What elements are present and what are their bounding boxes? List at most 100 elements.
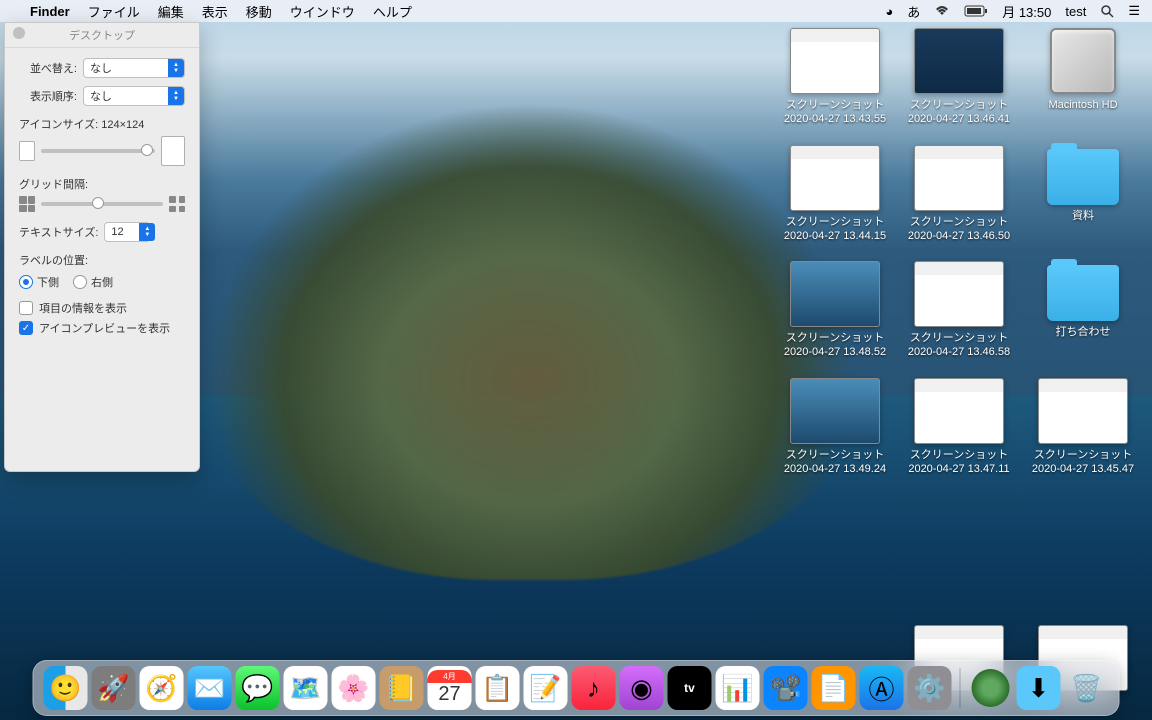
grid-spacing-slider[interactable] (41, 202, 163, 206)
select-arrows-icon: ▲▼ (168, 59, 184, 77)
dock-photos[interactable]: 🌸 (332, 666, 376, 710)
radio-bottom-label: 下側 (37, 274, 59, 290)
order-select[interactable]: なし ▲▼ (83, 86, 185, 106)
radio-right[interactable]: 右側 (73, 274, 113, 290)
battery-icon[interactable] (964, 5, 988, 17)
desktop-item[interactable]: Macintosh HD (1024, 28, 1142, 127)
desktop-item[interactable]: スクリーンショット2020-04-27 13.46.50 (900, 145, 1018, 244)
dock-tv[interactable]: tv (668, 666, 712, 710)
dock-keynote[interactable]: 📽️ (764, 666, 808, 710)
text-size-select[interactable]: 12 ▲▼ (104, 222, 150, 242)
desktop-item-label: 資料 (1072, 209, 1094, 223)
dock-podcasts[interactable]: ◉ (620, 666, 664, 710)
select-arrows-icon: ▲▼ (168, 87, 184, 105)
menu-view[interactable]: 表示 (202, 2, 228, 21)
desktop-item[interactable]: スクリーンショット2020-04-27 13.45.47 (1024, 378, 1142, 477)
dock-messages[interactable]: 💬 (236, 666, 280, 710)
icon-size-slider[interactable] (41, 149, 155, 153)
desktop-item[interactable]: スクリーンショット2020-04-27 13.43.55 (776, 28, 894, 127)
desktop-item[interactable]: スクリーンショット2020-04-27 13.46.41 (900, 28, 1018, 127)
icon-size-label: アイコンサイズ: 124×124 (19, 116, 185, 132)
clock[interactable]: 月 13:50 (1002, 2, 1051, 21)
dock-trash[interactable]: 🗑️ (1065, 666, 1109, 710)
dock-finder[interactable]: 🙂 (44, 666, 88, 710)
text-size-value: 12 (111, 226, 123, 238)
dock-music[interactable]: ♪ (572, 666, 616, 710)
desktop-item-label: スクリーンショット2020-04-27 13.49.24 (784, 448, 886, 477)
calendar-month: 4月 (428, 670, 472, 683)
status-app-icon[interactable]: ◕ (885, 4, 893, 19)
screenshot-thumbnail (790, 261, 880, 327)
radio-button-icon (19, 275, 33, 289)
wallpaper-island (180, 80, 880, 580)
desktop-item-label: スクリーンショット2020-04-27 13.47.11 (908, 448, 1009, 477)
dock-reminders[interactable]: 📋 (476, 666, 520, 710)
dock-maps[interactable]: 🗺️ (284, 666, 328, 710)
desktop-item[interactable]: スクリーンショット2020-04-27 13.46.58 (900, 261, 1018, 360)
icon-size-large-icon (161, 136, 185, 166)
folder-icon (1047, 149, 1119, 205)
dock-mail[interactable]: ✉️ (188, 666, 232, 710)
dock-contacts[interactable]: 📒 (380, 666, 424, 710)
desktop-item-label: 打ち合わせ (1056, 325, 1111, 339)
desktop-icons-grid: スクリーンショット2020-04-27 13.43.55 スクリーンショット202… (776, 28, 1142, 476)
dock-calendar[interactable]: 4月 27 (428, 666, 472, 710)
dock-cisco[interactable] (969, 666, 1013, 710)
screenshot-thumbnail (914, 28, 1004, 94)
checkbox-show-preview[interactable]: ✓ (19, 321, 33, 335)
radio-button-icon (73, 275, 87, 289)
dock-appstore[interactable]: Ⓐ (860, 666, 904, 710)
dock-safari[interactable]: 🧭 (140, 666, 184, 710)
desktop-item[interactable]: スクリーンショット2020-04-27 13.48.52 (776, 261, 894, 360)
desktop-item[interactable]: スクリーンショット2020-04-27 13.49.24 (776, 378, 894, 477)
screenshot-thumbnail (914, 145, 1004, 211)
screenshot-thumbnail (790, 378, 880, 444)
desktop-item-label: スクリーンショット2020-04-27 13.43.55 (784, 98, 886, 127)
dock-notes[interactable]: 📝 (524, 666, 568, 710)
screenshot-thumbnail (790, 145, 880, 211)
hard-drive-icon (1050, 28, 1116, 94)
input-source-icon[interactable]: あ (907, 2, 920, 21)
menu-help[interactable]: ヘルプ (373, 2, 412, 21)
checkbox-show-info-label: 項目の情報を表示 (39, 300, 127, 316)
menu-window[interactable]: ウインドウ (290, 2, 355, 21)
wifi-icon[interactable] (934, 5, 950, 17)
radio-bottom[interactable]: 下側 (19, 274, 59, 290)
radio-right-label: 右側 (91, 274, 113, 290)
dock: 🙂 🚀 🧭 ✉️ 💬 🗺️ 🌸 📒 4月 27 📋 📝 ♪ ◉ tv 📊 📽️ … (33, 660, 1120, 716)
notifications-icon[interactable]: ☰ (1128, 3, 1140, 19)
order-value: なし (90, 88, 112, 104)
order-label: 表示順序: (19, 88, 77, 104)
menu-go[interactable]: 移動 (246, 2, 272, 21)
dock-pages[interactable]: 📄 (812, 666, 856, 710)
menu-edit[interactable]: 編集 (158, 2, 184, 21)
dock-downloads[interactable]: ⬇ (1017, 666, 1061, 710)
menu-bar: Finder ファイル 編集 表示 移動 ウインドウ ヘルプ ◕ あ 月 13:… (0, 0, 1152, 22)
label-position-label: ラベルの位置: (19, 252, 185, 268)
calendar-day: 27 (438, 683, 460, 706)
app-menu[interactable]: Finder (30, 4, 70, 19)
dock-settings[interactable]: ⚙️ (908, 666, 952, 710)
checkbox-show-preview-label: アイコンプレビューを表示 (39, 320, 170, 336)
dock-launchpad[interactable]: 🚀 (92, 666, 136, 710)
sort-by-label: 並べ替え: (19, 60, 77, 76)
screenshot-thumbnail (914, 261, 1004, 327)
desktop-item[interactable]: 資料 (1024, 145, 1142, 244)
menu-file[interactable]: ファイル (88, 2, 140, 21)
desktop-item-label: スクリーンショット2020-04-27 13.48.52 (784, 331, 886, 360)
view-options-panel: デスクトップ 並べ替え: なし ▲▼ 表示順序: なし ▲▼ アイコンサイズ: … (4, 22, 200, 472)
checkbox-show-info[interactable] (19, 301, 33, 315)
screenshot-thumbnail (914, 378, 1004, 444)
desktop-item[interactable]: 打ち合わせ (1024, 261, 1142, 360)
dock-divider (960, 668, 961, 708)
folder-icon (1047, 265, 1119, 321)
text-size-label: テキストサイズ: (19, 224, 98, 240)
desktop-item[interactable]: スクリーンショット2020-04-27 13.44.15 (776, 145, 894, 244)
desktop-item[interactable]: スクリーンショット2020-04-27 13.47.11 (900, 378, 1018, 477)
user-name[interactable]: test (1065, 4, 1086, 19)
spotlight-icon[interactable] (1100, 4, 1114, 18)
dock-numbers[interactable]: 📊 (716, 666, 760, 710)
close-button[interactable] (13, 27, 25, 39)
icon-size-small-icon (19, 141, 35, 161)
sort-by-select[interactable]: なし ▲▼ (83, 58, 185, 78)
